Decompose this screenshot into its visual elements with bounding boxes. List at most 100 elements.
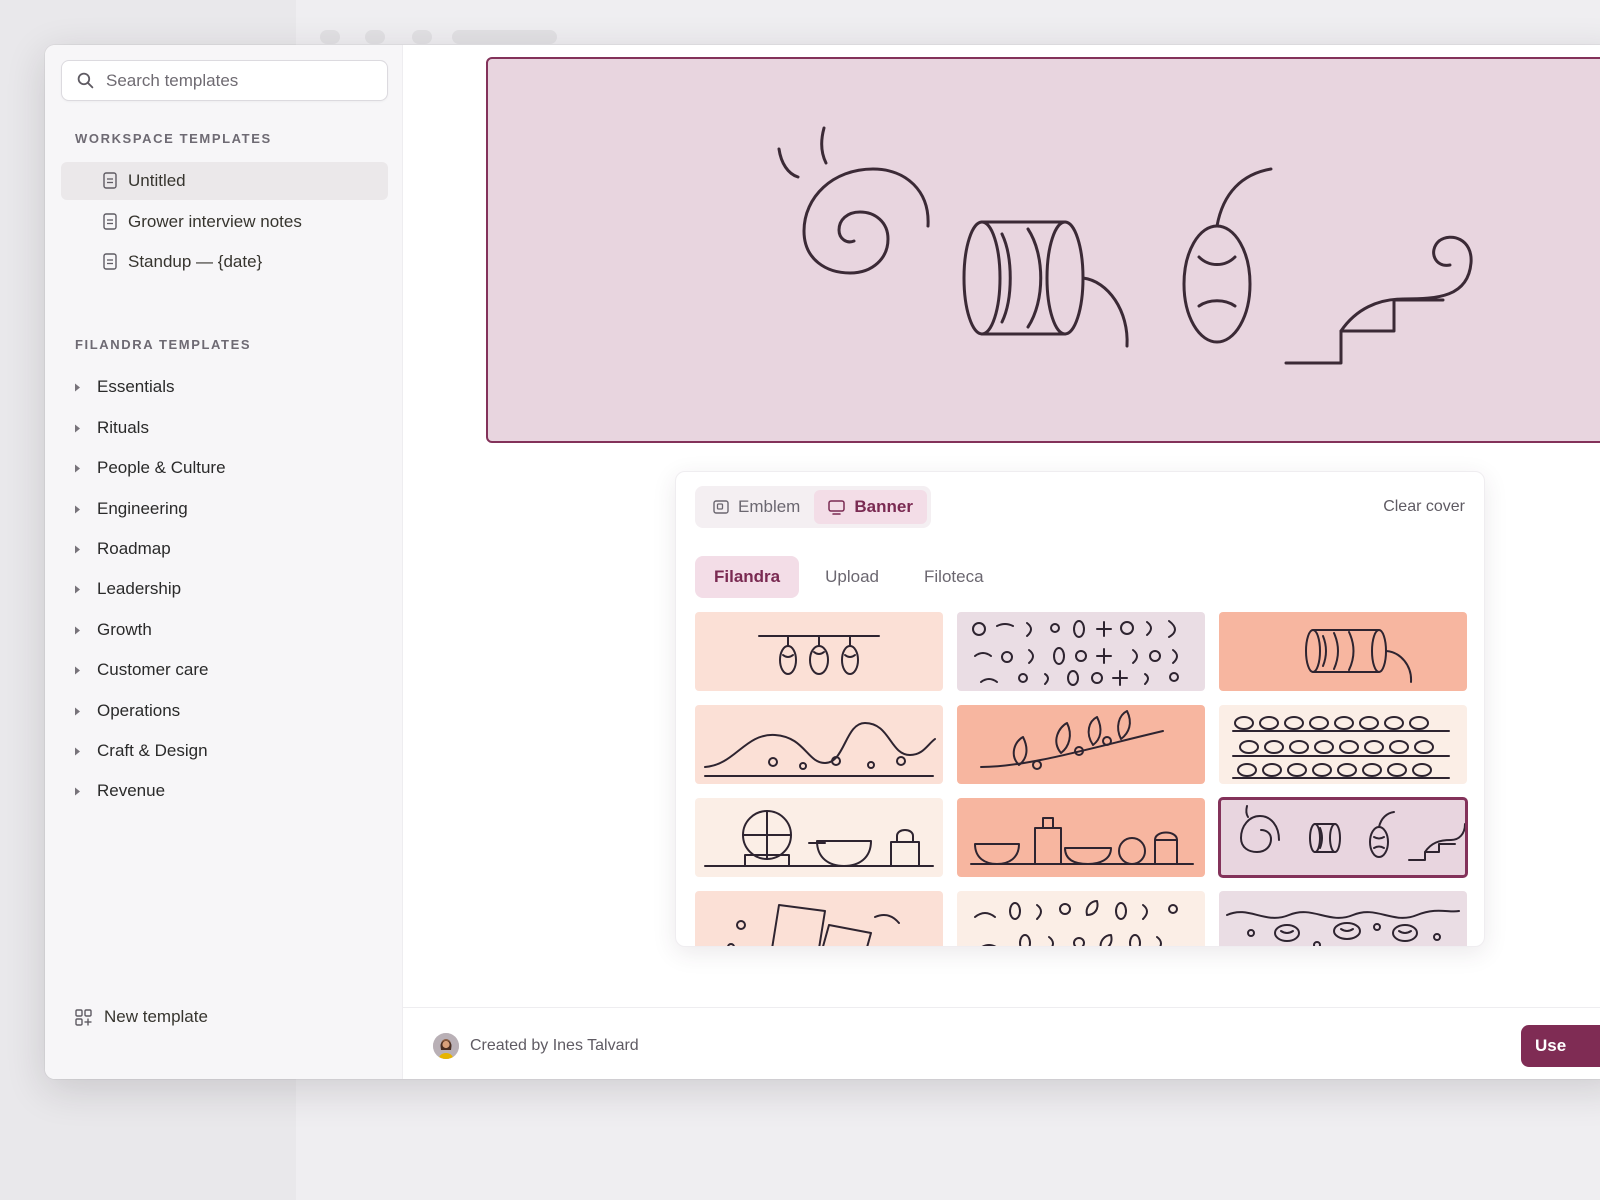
spiral-stairs-art bbox=[1240, 805, 1466, 861]
cover-thumb-still-life[interactable] bbox=[695, 798, 943, 877]
still-life-art bbox=[704, 810, 934, 867]
search-icon bbox=[77, 72, 94, 89]
caret-right-icon bbox=[70, 626, 84, 635]
pottery-shelf-art bbox=[970, 817, 1194, 865]
category-label: People & Culture bbox=[97, 458, 226, 477]
filandra-templates-heading: FILANDRA TEMPLATES bbox=[75, 337, 252, 352]
cover-mode-toggle: Emblem Banner bbox=[695, 486, 931, 528]
background-toolbar-ghost bbox=[365, 30, 385, 44]
hanging-lanterns-art bbox=[758, 635, 880, 675]
tab-filoteca[interactable]: Filoteca bbox=[905, 556, 1003, 598]
pebble-rows-art bbox=[1232, 716, 1450, 779]
caret-right-icon bbox=[70, 464, 84, 473]
cover-thumb-leaf-scatter[interactable] bbox=[957, 891, 1205, 946]
background-toolbar-ghost bbox=[412, 30, 432, 44]
folded-papers-art bbox=[727, 904, 900, 946]
caret-right-icon bbox=[70, 505, 84, 514]
source-tabs: Filandra Upload Filoteca bbox=[695, 556, 1010, 598]
workspace-item-standup[interactable]: Standup — {date} bbox=[61, 243, 388, 281]
new-template-icon bbox=[75, 1008, 92, 1026]
scattered-glyphs-art bbox=[972, 620, 1179, 686]
category-operations[interactable]: Operations bbox=[70, 696, 180, 726]
workspace-item-label: Grower interview notes bbox=[128, 212, 302, 231]
banner-tab-label: Banner bbox=[854, 497, 913, 516]
category-rituals[interactable]: Rituals bbox=[70, 413, 149, 443]
category-customer-care[interactable]: Customer care bbox=[70, 655, 208, 685]
workspace-templates-heading: WORKSPACE TEMPLATES bbox=[75, 131, 272, 146]
document-icon bbox=[103, 172, 117, 189]
caret-right-icon bbox=[70, 424, 84, 433]
category-engineering[interactable]: Engineering bbox=[70, 494, 188, 524]
banner-tab[interactable]: Banner bbox=[814, 490, 927, 524]
creator-text: Created by Ines Talvard bbox=[470, 1037, 639, 1054]
rolling-hills-art bbox=[704, 722, 936, 777]
cover-thumb-scattered-glyphs[interactable] bbox=[957, 612, 1205, 691]
category-people-culture[interactable]: People & Culture bbox=[70, 453, 226, 483]
cover-thumb-pebble-rows[interactable] bbox=[1219, 705, 1467, 784]
cover-thumb-folded-papers[interactable] bbox=[695, 891, 943, 946]
spool-thread-art bbox=[1305, 629, 1413, 683]
avatar bbox=[433, 1033, 459, 1059]
emblem-tab[interactable]: Emblem bbox=[699, 490, 814, 524]
background-toolbar-ghost bbox=[452, 30, 557, 44]
banner-icon bbox=[828, 499, 846, 515]
category-label: Operations bbox=[97, 701, 181, 720]
caret-right-icon bbox=[70, 747, 84, 756]
category-label: Roadmap bbox=[97, 539, 171, 558]
cover-thumb-hanging-lanterns[interactable] bbox=[695, 612, 943, 691]
cover-thumb-spiral-stairs[interactable] bbox=[1218, 797, 1468, 878]
tab-upload[interactable]: Upload bbox=[806, 556, 898, 598]
category-revenue[interactable]: Revenue bbox=[70, 776, 165, 806]
cover-thumb-rolling-hills[interactable] bbox=[695, 705, 943, 784]
emblem-icon bbox=[713, 500, 729, 514]
cover-thumb-spool-thread[interactable] bbox=[1219, 612, 1467, 691]
use-template-button[interactable]: Use bbox=[1521, 1025, 1600, 1067]
category-roadmap[interactable]: Roadmap bbox=[70, 534, 171, 564]
wavy-pebbles-art bbox=[1226, 909, 1460, 946]
document-icon bbox=[103, 213, 117, 230]
category-label: Rituals bbox=[97, 418, 149, 437]
category-label: Essentials bbox=[97, 377, 175, 396]
caret-right-icon bbox=[70, 383, 84, 392]
modal-footer: Created by Ines Talvard Use bbox=[403, 1007, 1600, 1079]
template-modal: WORKSPACE TEMPLATES Untitled Grower inte… bbox=[45, 45, 1600, 1079]
clear-cover-button[interactable]: Clear cover bbox=[1383, 498, 1465, 516]
leaf-scatter-art bbox=[974, 900, 1178, 946]
category-essentials[interactable]: Essentials bbox=[70, 372, 174, 402]
caret-right-icon bbox=[70, 666, 84, 675]
search-box[interactable] bbox=[61, 60, 388, 101]
category-craft-design[interactable]: Craft & Design bbox=[70, 736, 208, 766]
cover-banner[interactable] bbox=[486, 57, 1600, 443]
caret-right-icon bbox=[70, 707, 84, 716]
new-template-button[interactable]: New template bbox=[75, 1007, 208, 1027]
background-toolbar-ghost bbox=[320, 30, 340, 44]
category-label: Craft & Design bbox=[97, 741, 208, 760]
cover-illustration bbox=[777, 126, 1473, 365]
leafy-vine-art bbox=[980, 710, 1164, 770]
cover-thumb-wavy-pebbles[interactable] bbox=[1219, 891, 1467, 946]
caret-right-icon bbox=[70, 585, 84, 594]
template-sidebar: WORKSPACE TEMPLATES Untitled Grower inte… bbox=[45, 45, 403, 1079]
new-template-label: New template bbox=[104, 1007, 208, 1026]
tab-filandra[interactable]: Filandra bbox=[695, 556, 800, 598]
emblem-tab-label: Emblem bbox=[738, 497, 801, 516]
workspace-item-untitled[interactable]: Untitled bbox=[61, 162, 388, 200]
workspace-item-grower-interview-notes[interactable]: Grower interview notes bbox=[61, 203, 388, 241]
cover-picker: Emblem Banner Clear cover Filandra Uploa… bbox=[675, 471, 1485, 947]
category-label: Revenue bbox=[97, 781, 166, 800]
caret-right-icon bbox=[70, 787, 84, 796]
category-label: Customer care bbox=[97, 660, 209, 679]
caret-right-icon bbox=[70, 545, 84, 554]
category-label: Engineering bbox=[97, 499, 188, 518]
category-label: Leadership bbox=[97, 579, 182, 598]
cover-thumb-pottery-shelf[interactable] bbox=[957, 798, 1205, 877]
search-input[interactable] bbox=[106, 70, 356, 91]
document-icon bbox=[103, 253, 117, 270]
creator-info: Created by Ines Talvard bbox=[433, 1033, 639, 1059]
category-leadership[interactable]: Leadership bbox=[70, 574, 181, 604]
category-label: Growth bbox=[97, 620, 152, 639]
workspace-item-label: Untitled bbox=[128, 171, 186, 190]
cover-thumb-leafy-vine[interactable] bbox=[957, 705, 1205, 784]
category-growth[interactable]: Growth bbox=[70, 615, 152, 645]
workspace-item-label: Standup — {date} bbox=[128, 252, 263, 271]
